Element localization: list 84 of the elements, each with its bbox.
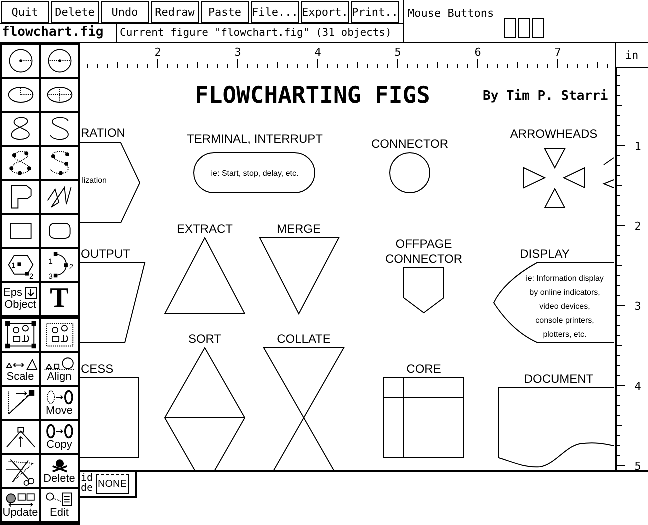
menu-button[interactable]: Print.. (351, 1, 399, 23)
shape-label: SORT (188, 332, 222, 346)
shape-note: plotters, etc. (543, 330, 587, 339)
ruler-label: 5 (634, 460, 642, 470)
edit-tool[interactable]: Edit (41, 489, 78, 521)
text-tool[interactable]: T (41, 283, 78, 315)
closed-interp-spline-tool[interactable] (2, 147, 39, 179)
shape-label: DISPLAY (520, 247, 570, 261)
shape-label: OFFPAGE (396, 237, 452, 251)
menu-button[interactable]: Paste (201, 1, 249, 23)
ruler-label: 6 (474, 46, 482, 59)
break-tool[interactable] (41, 319, 78, 351)
polygon-tool[interactable] (2, 181, 39, 213)
shape-note: ie: Information display (526, 274, 604, 283)
regular-polygon-tool[interactable]: 1 2 (2, 249, 39, 281)
shape-label: COLLATE (277, 332, 331, 346)
aligned-shapes-icon (42, 356, 76, 370)
grouped-shapes-icon (2, 320, 38, 350)
shape-note: lization (82, 176, 107, 185)
circle-diameter-tool[interactable] (41, 45, 78, 77)
menu-button[interactable]: File... (251, 1, 299, 23)
pentagon-shape (404, 268, 444, 314)
cut-tool[interactable] (2, 455, 39, 487)
arc-box-tool[interactable] (41, 215, 78, 247)
polyline-tool[interactable] (41, 181, 78, 213)
arrow-box-icon (25, 287, 38, 299)
shape-label: CESS (81, 362, 114, 376)
delete-point-tool[interactable] (2, 421, 39, 453)
shape-label: DOCUMENT (524, 372, 594, 386)
scale-tool[interactable]: Scale (2, 353, 39, 385)
ruler-label: 7 (554, 46, 562, 59)
panel-title: Mouse Buttons (408, 7, 494, 20)
shape-label: EXTRACT (177, 222, 233, 236)
eps-object-tool[interactable]: Eps Object (2, 283, 39, 315)
open-interp-spline-tool[interactable] (41, 147, 78, 179)
shape-note: ie: Start, stop, delay, etc. (211, 169, 299, 178)
status-message: Current figure "flowchart.fig" (31 objects) (119, 26, 392, 41)
shape-label: CONNECTOR (371, 137, 449, 151)
author-text: By Tim P. Starri (483, 89, 608, 104)
update-tool[interactable]: Update (2, 489, 39, 521)
circle-radius-tool[interactable] (2, 45, 39, 77)
copy-tool[interactable]: Copy (41, 421, 78, 453)
shape-label: CORE (406, 362, 442, 376)
shape-label: OUTPUT (81, 247, 130, 261)
ruler-label: 2 (634, 220, 642, 233)
file-name: flowchart.fig (0, 24, 117, 42)
ellipse-diameter-tool[interactable] (41, 79, 78, 111)
grid-mode-label: de (81, 484, 94, 494)
ruler-label: 4 (634, 380, 642, 393)
grid-mode-label: id (81, 474, 94, 484)
closed-spline-tool[interactable] (2, 113, 39, 145)
grid-mode-button[interactable]: NONE (96, 474, 129, 494)
ruler-label: 4 (314, 46, 322, 59)
units-label: in (615, 43, 648, 68)
mouse-buttons-icon (504, 18, 544, 38)
ruler-label: 3 (234, 46, 242, 59)
add-point-tool[interactable] (2, 387, 39, 419)
menu-button[interactable]: Delete (51, 1, 99, 23)
update-icon (4, 492, 38, 506)
menu-button[interactable]: Undo (101, 1, 149, 23)
ellipse-radius-tool[interactable] (2, 79, 39, 111)
delete-tool[interactable]: Delete (41, 455, 78, 487)
box-tool[interactable] (2, 215, 39, 247)
shape-note: video devices, (540, 302, 590, 311)
compound-tool[interactable] (2, 319, 39, 351)
open-spline-tool[interactable] (41, 113, 78, 145)
ruler-label: 5 (394, 46, 402, 59)
menu-button[interactable]: Quit (1, 1, 49, 23)
arc-tool[interactable]: 1 2 3 (41, 249, 78, 281)
shape-label: ARROWHEADS (510, 127, 598, 141)
ruler-label: 2 (154, 46, 162, 59)
shape-label: RATION (81, 126, 126, 140)
menu-button[interactable]: Export. (301, 1, 349, 23)
figure-title: FLOWCHARTING FIGS (195, 83, 430, 109)
shape-note: console printers, (536, 316, 594, 325)
ruler-label: 3 (634, 300, 642, 313)
align-tool[interactable]: Align (41, 353, 78, 385)
shape-note: by online indicators, (530, 288, 600, 297)
shape-label: TERMINAL, INTERRUPT (187, 132, 323, 146)
shape-label: MERGE (277, 222, 321, 236)
shape-label: CONNECTOR (385, 252, 463, 266)
menu-button[interactable]: Redraw (151, 1, 199, 23)
ruler-label: 1 (634, 140, 642, 153)
move-tool[interactable]: Move (41, 387, 78, 419)
